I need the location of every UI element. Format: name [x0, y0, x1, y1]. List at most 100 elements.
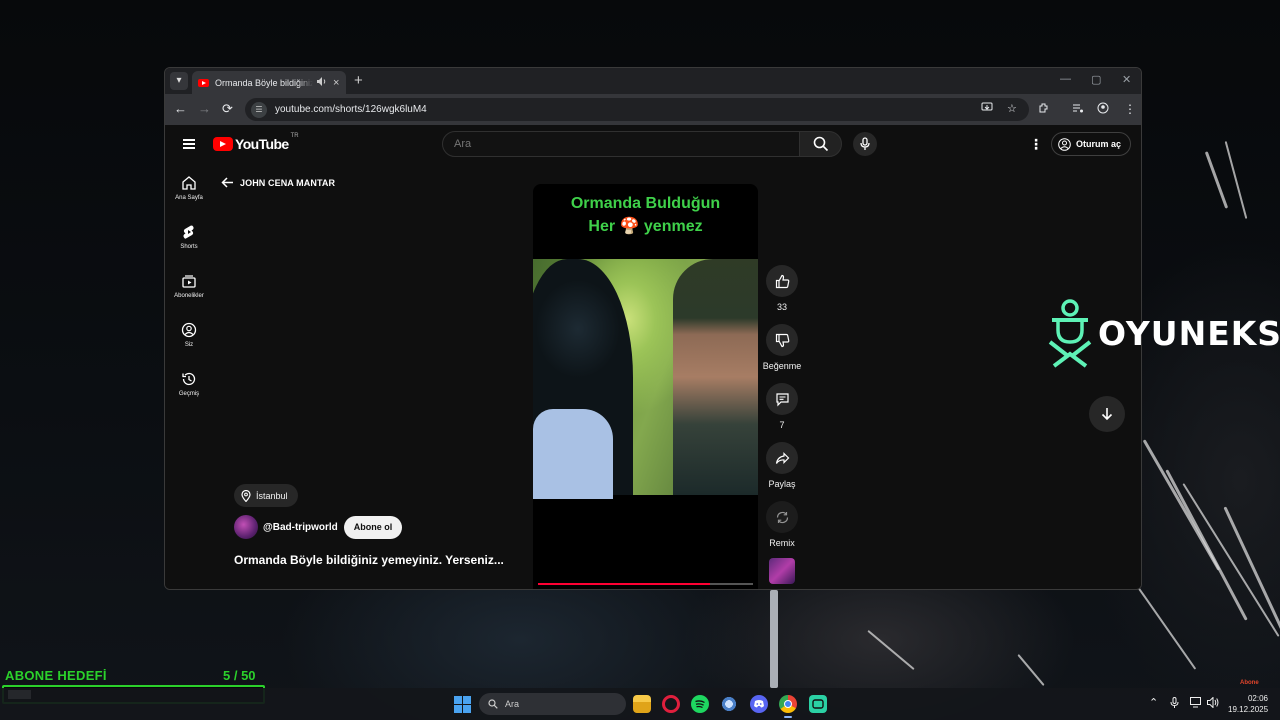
dislike-label: Beğenme: [762, 361, 802, 371]
goal-count: 5 / 50: [223, 668, 256, 683]
maximize-button[interactable]: ▢: [1091, 73, 1101, 86]
background-streak: [1165, 469, 1248, 621]
voice-search-button[interactable]: [853, 132, 877, 156]
home-icon: [182, 176, 196, 190]
guide-item-you[interactable]: Siz: [165, 322, 213, 348]
discord-icon[interactable]: [750, 695, 768, 713]
media-control-icon[interactable]: [1072, 102, 1084, 117]
location-label: İstanbul: [256, 490, 288, 501]
thumbs-down-icon: [775, 333, 789, 347]
close-tab-icon[interactable]: ×: [333, 77, 339, 89]
taskbar-search-box[interactable]: Ara: [479, 693, 626, 715]
location-pin-icon: [241, 489, 251, 502]
guide-label: Abonelikler: [174, 293, 204, 299]
abone-corner-label: Abone: [1240, 680, 1259, 686]
like-count: 33: [776, 302, 787, 312]
subscriptions-icon: [182, 275, 196, 288]
browser-window: ▾ Ormanda Böyle bildiğiniz yemeyiniz. Ye…: [164, 67, 1142, 590]
guide-label: Shorts: [180, 244, 198, 250]
windows-taskbar: Ara ⌃ 02:06 19.12.2025: [0, 688, 1280, 720]
guide-item-shorts[interactable]: Shorts: [165, 224, 213, 250]
remix-label: Remix: [769, 538, 795, 548]
search-icon: [813, 136, 829, 152]
youtube-logo[interactable]: YouTube TR: [213, 133, 299, 152]
display-icon[interactable]: [1190, 697, 1202, 711]
shorts-video-player[interactable]: Ormanda Bulduğun Her 🍄 yenmez: [533, 184, 758, 589]
video-progress-bar[interactable]: [538, 583, 753, 585]
comment-button[interactable]: [766, 383, 798, 415]
youtube-play-icon: [213, 137, 233, 151]
volume-icon[interactable]: [1207, 696, 1219, 711]
network-app-icon[interactable]: [720, 695, 738, 713]
oyuneks-logo: OYUNEKS: [1046, 298, 1280, 368]
forward-icon[interactable]: →: [198, 102, 211, 116]
new-tab-button[interactable]: +: [354, 72, 363, 90]
like-button[interactable]: [766, 265, 798, 297]
arrow-down-icon: [1101, 408, 1113, 421]
you-icon: [181, 322, 197, 338]
guide-item-home[interactable]: Ana Sayfa: [165, 175, 213, 201]
speaker-icon[interactable]: [317, 77, 327, 88]
channel-name[interactable]: @Bad-tripworld: [263, 522, 338, 533]
history-icon: [182, 372, 196, 386]
close-window-button[interactable]: ✕: [1122, 73, 1131, 86]
site-info-icon[interactable]: ☰: [251, 101, 267, 118]
goal-label: ABONE HEDEFİ: [5, 668, 107, 683]
spotify-icon[interactable]: [691, 695, 709, 713]
settings-menu-icon[interactable]: ⋮: [1029, 137, 1043, 151]
like-action: 33: [761, 265, 803, 312]
guide-item-subscriptions[interactable]: Abonelikler: [165, 273, 213, 299]
back-to-search[interactable]: JOHN CENA MANTAR: [221, 177, 335, 188]
channel-thumbnail[interactable]: [769, 558, 795, 584]
youtube-logo-text: YouTube: [235, 136, 289, 152]
guide-item-history[interactable]: Geçmiş: [165, 371, 213, 397]
subscribe-button[interactable]: Abone ol: [343, 515, 403, 539]
browser-menu-icon[interactable]: ⋮: [1124, 102, 1136, 116]
windows-start-icon[interactable]: [454, 696, 471, 713]
reload-icon[interactable]: ⟳: [222, 102, 233, 116]
share-action: Paylaş: [761, 442, 803, 489]
avatar[interactable]: [234, 515, 258, 539]
comment-count: 7: [779, 420, 785, 430]
video-progress-fill: [538, 583, 710, 585]
back-icon[interactable]: ←: [174, 102, 187, 116]
install-icon[interactable]: [981, 102, 993, 116]
remix-button[interactable]: [766, 501, 798, 533]
hamburger-menu-icon[interactable]: [183, 139, 195, 149]
next-short-button[interactable]: [1089, 396, 1125, 432]
share-label: Paylaş: [768, 479, 796, 489]
chevron-up-icon[interactable]: ⌃: [1149, 697, 1158, 709]
search-icon: [488, 699, 498, 709]
clock-time: 02:06: [1247, 694, 1268, 703]
short-title[interactable]: Ormanda Böyle bildiğiniz yemeyiniz. Yers…: [234, 553, 504, 567]
search-button[interactable]: [799, 131, 842, 157]
chat-app-icon[interactable]: [809, 695, 827, 713]
back-label: JOHN CENA MANTAR: [240, 177, 336, 188]
tab-search-button[interactable]: ▾: [170, 72, 188, 90]
soldier-figure: [673, 259, 758, 495]
search-input[interactable]: [442, 131, 800, 157]
sign-in-button[interactable]: Oturum aç: [1051, 132, 1132, 156]
comment-action: 7: [761, 383, 803, 430]
background-streak: [867, 629, 915, 671]
shorts-icon: [183, 225, 194, 239]
extensions-icon[interactable]: [1038, 102, 1050, 117]
shirt-shape: [533, 409, 613, 499]
share-button[interactable]: [766, 442, 798, 474]
youtube-favicon-icon: [198, 78, 209, 87]
dislike-button[interactable]: [766, 324, 798, 356]
url-text[interactable]: youtube.com/shorts/126wgk6luM4: [275, 104, 427, 115]
address-bar[interactable]: ☰ youtube.com/shorts/126wgk6luM4 ☆: [245, 98, 1029, 121]
profile-icon[interactable]: [1097, 102, 1109, 117]
microphone-icon[interactable]: [1170, 697, 1179, 712]
location-chip[interactable]: İstanbul: [234, 484, 298, 507]
opera-icon[interactable]: [662, 695, 680, 713]
minimize-button[interactable]: —: [1060, 73, 1071, 85]
oyuneks-mascot-icon: [1048, 299, 1092, 368]
file-explorer-icon[interactable]: [633, 695, 651, 713]
chrome-icon[interactable]: [779, 695, 797, 718]
active-tab[interactable]: Ormanda Böyle bildiğiniz yemeyiniz. Yers…: [192, 71, 346, 94]
system-clock[interactable]: 02:06 19.12.2025: [1228, 693, 1268, 715]
video-caption: Ormanda Bulduğun Her 🍄 yenmez: [570, 195, 721, 235]
star-icon[interactable]: ☆: [1007, 102, 1017, 115]
